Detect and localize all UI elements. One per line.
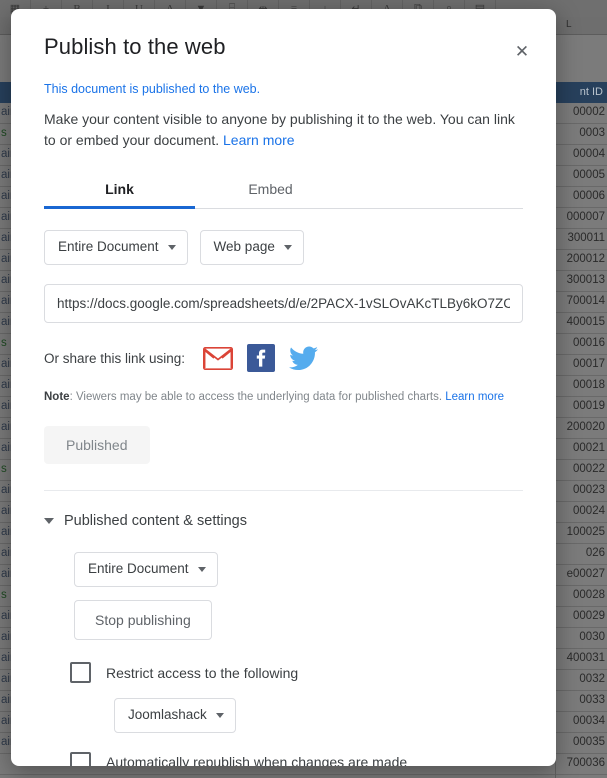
restrict-access-row: Restrict access to the following: [70, 662, 523, 684]
table-cell-id: 200020: [566, 421, 605, 433]
table-cell-left: s: [1, 589, 7, 601]
table-cell-id: 00002: [573, 106, 605, 118]
note-text: Note: Viewers may be able to access the …: [44, 389, 523, 405]
table-cell-id: 100025: [566, 526, 605, 538]
format-dropdown[interactable]: Web page: [199, 230, 304, 266]
restrict-access-checkbox[interactable]: [70, 662, 91, 684]
table-cell-id: 00005: [573, 169, 605, 181]
table-cell-id: 0003: [579, 127, 605, 139]
tab-link[interactable]: Link: [44, 171, 195, 210]
chevron-down-icon: [283, 245, 292, 251]
table-cell-id: 200012: [566, 253, 605, 265]
settings-scope-dropdown[interactable]: Entire Document: [74, 552, 218, 588]
page-title: Publish to the web: [44, 34, 226, 59]
stop-publishing-button[interactable]: Stop publishing: [74, 600, 212, 641]
table-cell-id: 00028: [573, 589, 605, 601]
close-icon[interactable]: ✕: [508, 38, 536, 66]
table-cell-id: 000007: [566, 211, 605, 223]
published-url-input[interactable]: [44, 284, 523, 324]
table-cell-id: 00018: [573, 379, 605, 391]
table-cell-id: 00006: [573, 190, 605, 202]
table-cell-left: s: [1, 127, 7, 139]
section-title: Published content & settings: [64, 513, 247, 530]
publish-to-web-dialog: Publish to the web ✕ This document is pu…: [11, 9, 556, 766]
restrict-domain-dropdown[interactable]: Joomlashack: [114, 698, 236, 733]
table-cell-left: s: [1, 463, 7, 475]
table-cell-id: 00004: [573, 148, 605, 160]
table-cell-id: 00029: [573, 610, 605, 622]
table-cell-id: 400015: [566, 316, 605, 328]
share-label: Or share this link using:: [44, 350, 186, 366]
table-cell-id: e00027: [566, 568, 605, 580]
table-cell-id: 00034: [573, 715, 605, 727]
scope-dropdown-label: Entire Document: [58, 239, 159, 255]
chevron-down-icon: [197, 567, 206, 573]
published-status-notice: This document is published to the web.: [44, 82, 261, 96]
published-content-settings-header[interactable]: Published content & settings: [44, 513, 523, 529]
table-cell-id: 00035: [573, 736, 605, 748]
dropdown-row: Entire Document Web page: [44, 230, 523, 266]
share-link-row: Or share this link using:: [44, 344, 523, 373]
table-cell-id: 0033: [579, 694, 605, 706]
header-cell-label: nt ID: [579, 86, 603, 98]
note-prefix: Note: [44, 391, 70, 404]
table-cell-id: 300011: [567, 232, 605, 244]
settings-scope-dropdown-label: Entire Document: [88, 561, 189, 577]
column-header-L: L: [566, 19, 572, 30]
table-cell-id: 0032: [579, 673, 605, 685]
intro-description: Make your content visible to anyone by p…: [44, 109, 523, 151]
table-cell-id: 0030: [579, 631, 605, 643]
intro-learn-more-link[interactable]: Learn more: [223, 132, 295, 148]
chevron-down-icon: [215, 712, 224, 718]
auto-republish-row: Automatically republish when changes are…: [70, 751, 523, 766]
chevron-down-icon: [44, 518, 54, 525]
table-cell-id: 026: [585, 547, 605, 559]
table-cell-id: 00017: [573, 358, 605, 370]
table-cell-id: 700014: [566, 295, 605, 307]
tab-bar: Link Embed: [44, 171, 523, 210]
tab-embed[interactable]: Embed: [195, 171, 346, 208]
table-cell-id: 00024: [573, 505, 605, 517]
note-learn-more-link[interactable]: Learn more: [445, 391, 504, 403]
table-cell-id: 00019: [573, 400, 605, 412]
format-dropdown-label: Web page: [213, 239, 275, 255]
table-cell-id: 300013: [566, 274, 605, 286]
gmail-icon[interactable]: [203, 346, 234, 370]
published-button[interactable]: Published: [44, 426, 150, 465]
auto-republish-checkbox[interactable]: [70, 751, 91, 766]
table-cell-id: 700036: [566, 757, 605, 769]
table-cell-id: 00021: [573, 442, 605, 454]
table-cell-id: 00023: [573, 484, 605, 496]
section-divider: [44, 490, 523, 492]
table-cell-id: 400031: [566, 652, 605, 664]
auto-republish-label: Automatically republish when changes are…: [106, 754, 408, 766]
restrict-domain-dropdown-label: Joomlashack: [128, 707, 207, 723]
note-body: : Viewers may be able to access the unde…: [69, 391, 446, 404]
table-cell-left: s: [1, 337, 7, 349]
chevron-down-icon: [167, 245, 176, 251]
twitter-icon[interactable]: [289, 345, 319, 371]
table-cell-id: 00022: [573, 463, 605, 475]
scope-dropdown[interactable]: Entire Document: [44, 230, 188, 266]
restrict-access-label: Restrict access to the following: [106, 664, 299, 681]
facebook-icon[interactable]: [247, 344, 276, 373]
table-cell-id: 00016: [573, 337, 605, 349]
